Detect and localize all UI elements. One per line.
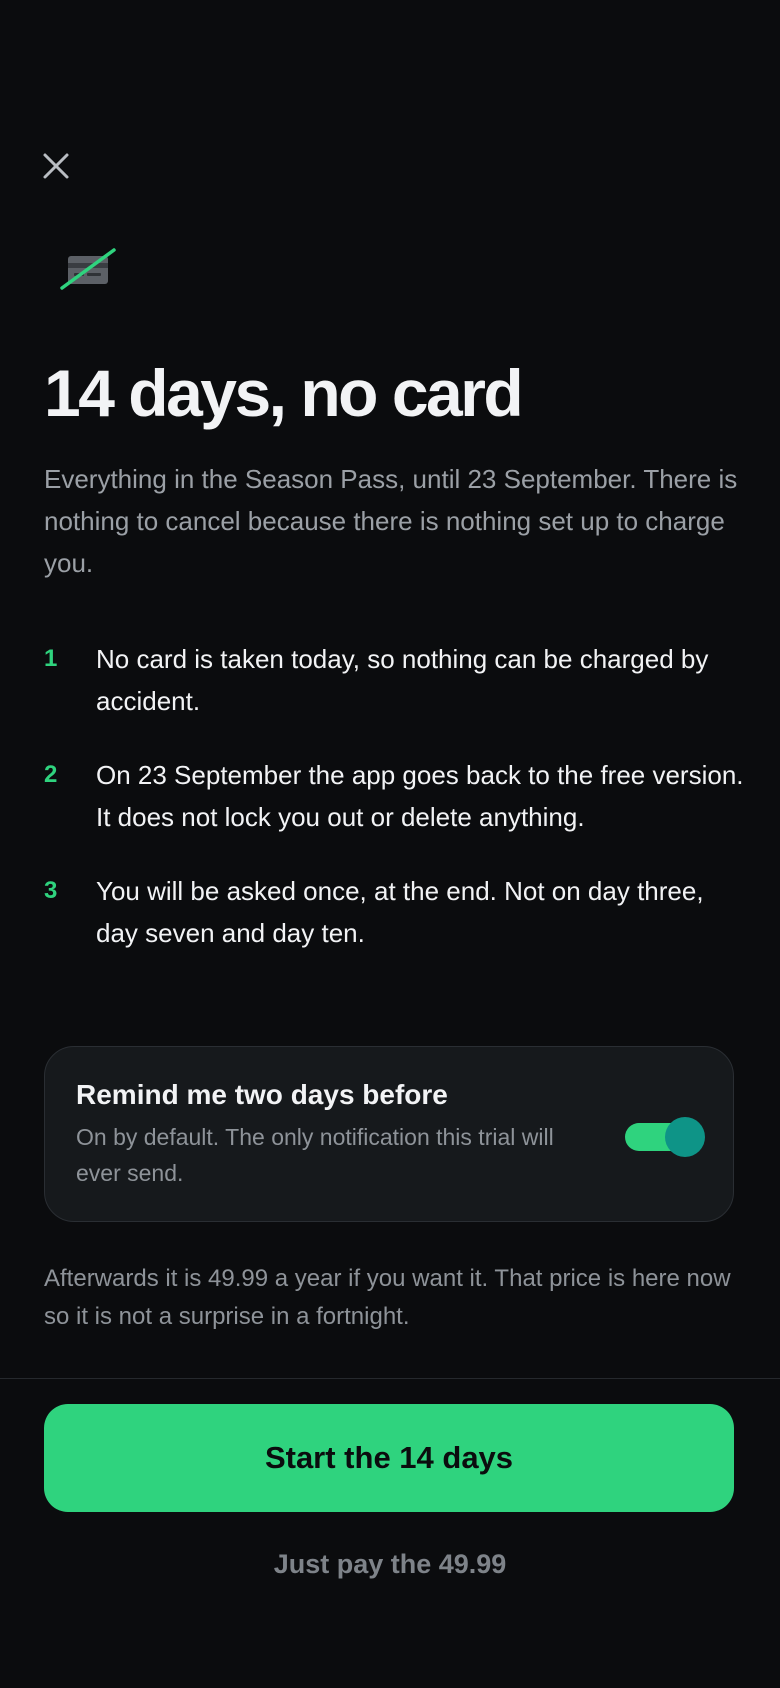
- step-number: 1: [44, 645, 58, 672]
- list-item: 2 On 23 September the app goes back to t…: [44, 754, 744, 838]
- step-text: No card is taken today, so nothing can b…: [96, 644, 709, 716]
- close-icon: [43, 153, 69, 179]
- pricing-note: Afterwards it is 49.99 a year if you wan…: [44, 1265, 731, 1330]
- step-text: On 23 September the app goes back to the…: [96, 760, 744, 832]
- start-trial-button[interactable]: Start the 14 days: [44, 1404, 734, 1512]
- list-item: 3 You will be asked once, at the end. No…: [44, 870, 744, 954]
- pay-now-link[interactable]: Just pay the 49.99: [0, 1544, 780, 1584]
- no-card-icon: [56, 244, 120, 296]
- steps-list: 1 No card is taken today, so nothing can…: [44, 638, 744, 954]
- reminder-title: Remind me two days before: [76, 1079, 448, 1110]
- step-text: You will be asked once, at the end. Not …: [96, 876, 704, 948]
- reminder-card: Remind me two days before On by default.…: [44, 1046, 734, 1222]
- page-subtitle: Everything in the Season Pass, until 23 …: [44, 464, 738, 578]
- toggle-knob: [665, 1117, 705, 1157]
- reminder-description: On by default. The only notification thi…: [76, 1124, 554, 1186]
- page-title: 14 days, no card: [44, 356, 524, 430]
- step-number: 3: [44, 877, 58, 904]
- close-button[interactable]: [36, 146, 76, 186]
- list-item: 1 No card is taken today, so nothing can…: [44, 638, 744, 722]
- footer-divider: [0, 1378, 780, 1379]
- reminder-toggle[interactable]: [625, 1117, 705, 1157]
- step-number: 2: [44, 761, 58, 788]
